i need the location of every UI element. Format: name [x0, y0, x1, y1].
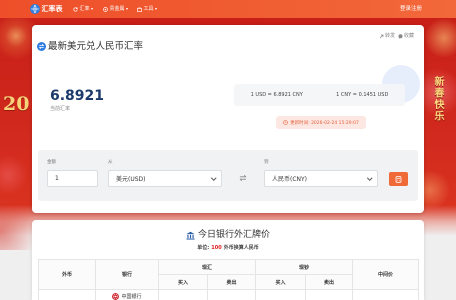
unit-text: 外币换算人民币 [223, 245, 259, 251]
currency-converter: 金额 从 美元(USD) 到 人民币(CNY) [38, 150, 418, 201]
share-icon [379, 34, 384, 38]
bank-rates-heading: 今日银行外汇牌价 [32, 230, 424, 241]
toolbox-icon [137, 6, 142, 12]
header-cash-buy: 买入 [255, 274, 307, 290]
unit-note: 单位: 100 外币换算人民币 [32, 245, 424, 251]
nav-item-precious-metals[interactable]: 贵金属 [103, 6, 128, 12]
middle-rate-cell [352, 289, 420, 300]
bank-of-china-logo-icon [112, 293, 120, 300]
favorite-label: 收藏 [404, 33, 415, 39]
update-time-badge: 更新时间: 2026-02-24 15:29:07 [276, 116, 366, 129]
current-rate-label: 当前汇率 [50, 106, 71, 112]
spot-buy-cell [158, 289, 208, 300]
site-logo[interactable]: 汇率表 [30, 4, 63, 14]
site-logo-text: 汇率表 [41, 5, 63, 13]
comment-icon [398, 33, 403, 39]
page-title: 最新美元兑人民币汇率 [48, 41, 144, 52]
to-currency-label: 到 [264, 160, 269, 165]
coin-icon [103, 6, 108, 12]
bank-cell[interactable]: 中国银行 [95, 289, 159, 300]
header-spot-sell: 卖出 [206, 274, 257, 290]
rate-card: 转发 收藏 最新美元兑人民币汇率 6.8921 当前汇率 1 USD = 6.8… [32, 25, 424, 213]
amount-label: 金额 [47, 160, 56, 165]
chevron-down-icon [126, 6, 128, 12]
update-time-text: 更新时间: 2026-02-24 15:29:07 [290, 120, 359, 126]
login-link[interactable]: 登录注册 [400, 6, 422, 12]
header-middle-rate: 中间价 [352, 259, 420, 290]
chevron-down-icon [91, 6, 93, 12]
chevron-down-icon [155, 6, 157, 12]
card-actions: 转发 收藏 [379, 33, 414, 39]
chevron-down-icon [366, 175, 372, 181]
convert-button[interactable] [389, 172, 408, 186]
nav-item-rates[interactable]: 汇率 [73, 6, 93, 12]
unit-amount: 100 [211, 245, 222, 251]
current-rate-value: 6.8921 [50, 88, 105, 104]
bank-rates-title: 今日银行外汇牌价 [197, 230, 270, 240]
to-currency-select[interactable]: 人民币(CNY) [264, 170, 378, 187]
bank-rates-card: 今日银行外汇牌价 单位: 100 外币换算人民币 外币 银行 现汇 现钞 中间价 买… [32, 220, 424, 300]
bank-building-icon [186, 231, 195, 240]
top-navbar: 汇率表 汇率 贵金属 工具 登录注册 [0, 0, 456, 18]
calculator-icon [395, 175, 402, 183]
clock-icon [283, 120, 288, 125]
table-row: 中国银行 [38, 289, 420, 300]
conversion-pairs: 1 USD = 6.8921 CNY 1 CNY = 0.1451 USD [234, 84, 405, 106]
from-currency-value: 美元(USD) [116, 176, 146, 183]
currency-exchange-icon [37, 42, 46, 51]
nav-item-tools[interactable]: 工具 [137, 6, 157, 12]
swap-icon[interactable] [239, 174, 247, 182]
share-label: 转发 [385, 33, 396, 39]
unit-label: 单位: [197, 245, 210, 251]
refresh-icon [73, 6, 78, 12]
to-currency-value: 人民币(CNY) [272, 176, 308, 183]
bank-rates-table: 外币 银行 现汇 现钞 中间价 买入 卖出 买入 卖出 中国银行 [38, 259, 420, 300]
header-currency: 外币 [38, 259, 96, 290]
banner-greeting-text: 新春快乐 [432, 76, 443, 122]
spot-sell-cell [206, 289, 257, 300]
bank-name: 中国银行 [121, 294, 142, 300]
cash-sell-cell [305, 289, 354, 300]
nav-item-label: 贵金属 [109, 6, 125, 12]
cash-buy-cell [255, 289, 307, 300]
from-currency-label: 从 [108, 160, 113, 165]
share-button[interactable]: 转发 [379, 33, 395, 39]
nav-item-label: 工具 [143, 6, 154, 12]
banner-year-text: 20 [3, 93, 30, 115]
header-spot-exchange: 现汇 [157, 259, 257, 275]
header-cash-sell: 卖出 [305, 274, 354, 290]
favorite-button[interactable]: 收藏 [398, 33, 414, 39]
globe-icon [30, 4, 40, 14]
from-currency-select[interactable]: 美元(USD) [108, 170, 222, 187]
nav-item-label: 汇率 [79, 6, 90, 12]
usd-to-cny-text: 1 USD = 6.8921 CNY [250, 92, 303, 98]
header-cash: 现钞 [255, 259, 354, 275]
chevron-down-icon [210, 175, 216, 181]
header-bank: 银行 [95, 259, 159, 290]
cny-to-usd-text: 1 CNY = 0.1451 USD [336, 92, 389, 98]
header-spot-buy: 买入 [158, 274, 208, 290]
currency-cell [38, 289, 96, 300]
amount-input[interactable] [47, 170, 98, 187]
